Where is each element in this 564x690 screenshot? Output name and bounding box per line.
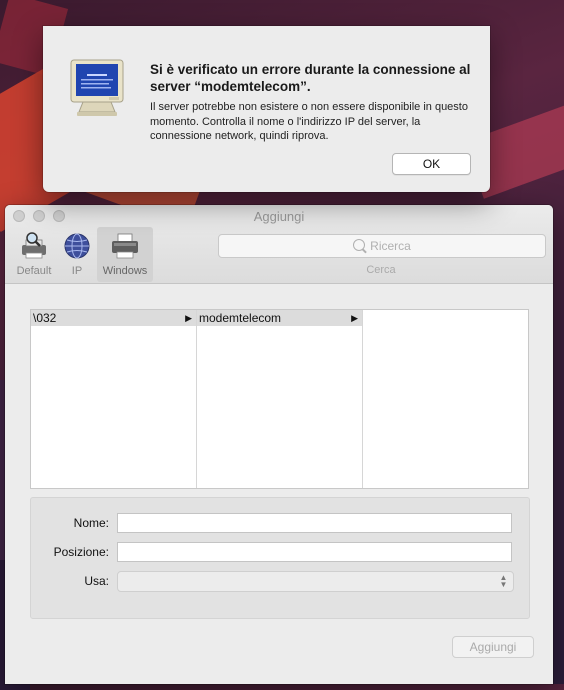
name-label: Nome: — [73, 516, 109, 530]
browser-row-workgroup[interactable]: \032 ▶ — [31, 310, 196, 326]
globe-icon — [64, 233, 90, 259]
browser-row-label: \032 — [33, 311, 57, 325]
browser-column[interactable]: \032 ▶ — [31, 310, 197, 488]
window-toolbar: Aggiungi Default IP Windows Ricerca Cerc… — [5, 205, 553, 284]
alert-title: Si è verificato un errore durante la con… — [150, 62, 471, 94]
browser-column[interactable]: modemtelecom ▶ — [197, 310, 363, 488]
name-field[interactable] — [117, 513, 512, 533]
computer-monitor-icon — [70, 59, 124, 116]
toolbar-item-ip[interactable]: IP — [57, 227, 97, 282]
printer-details-form: Nome: Posizione: Usa: ▲ ▼ — [30, 497, 530, 619]
disclosure-arrow-icon: ▶ — [185, 313, 192, 323]
toolbar-item-label: Default — [16, 265, 52, 277]
toolbar-item-label: Windows — [102, 265, 148, 277]
add-button[interactable]: Aggiungi — [452, 636, 534, 658]
browser-row-label: modemtelecom — [199, 311, 282, 325]
ok-button[interactable]: OK — [392, 153, 471, 175]
search-icon — [353, 239, 366, 251]
browser-column[interactable] — [363, 310, 528, 488]
browser-row-server[interactable]: modemtelecom ▶ — [197, 310, 362, 326]
add-printer-window: Aggiungi Default IP Windows Ricerca Cerc… — [5, 205, 553, 684]
printer-magnifier-icon — [22, 232, 46, 259]
location-field[interactable] — [117, 542, 512, 562]
toolbar-item-default[interactable]: Default — [9, 227, 59, 282]
disclosure-arrow-icon: ▶ — [351, 313, 358, 323]
alert-message: Il server potrebbe non esistere o non es… — [150, 101, 468, 142]
use-select[interactable]: ▲ ▼ — [117, 571, 514, 592]
toolbar-item-label: IP — [71, 265, 83, 277]
use-label: Usa: — [84, 574, 109, 588]
search-caption: Cerca — [366, 264, 396, 276]
column-browser: \032 ▶ modemtelecom ▶ — [30, 309, 529, 489]
error-alert-dialog: Si è verificato un errore durante la con… — [43, 26, 490, 192]
search-placeholder: Ricerca — [370, 239, 411, 253]
windows-printer-icon — [112, 233, 138, 259]
location-label: Posizione: — [53, 545, 109, 559]
toolbar-item-windows[interactable]: Windows — [97, 227, 153, 282]
window-title: Aggiungi — [253, 209, 305, 224]
search-input[interactable]: Ricerca — [218, 234, 546, 258]
chevron-up-down-icon: ▲ ▼ — [499, 573, 508, 589]
